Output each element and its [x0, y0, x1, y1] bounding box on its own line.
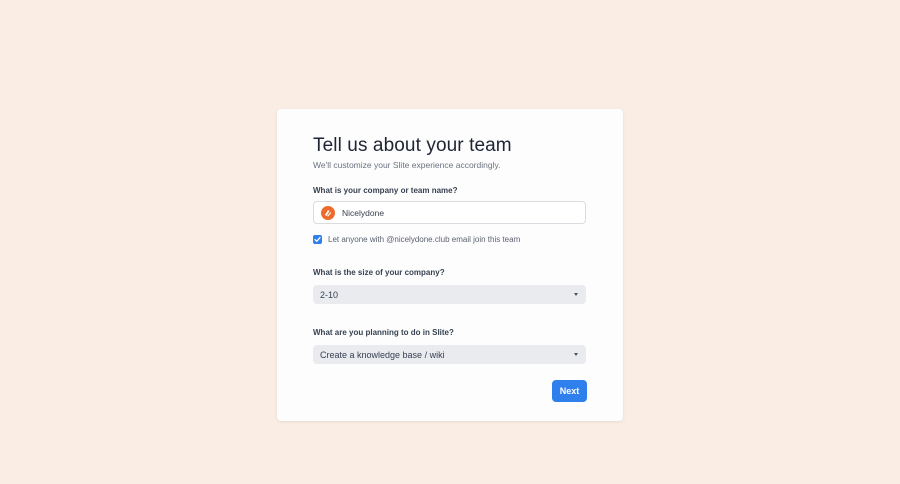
paint-swatch-icon[interactable]: [321, 206, 335, 220]
company-size-question: What is the size of your company?: [313, 268, 445, 277]
join-team-label[interactable]: Let anyone with @nicelydone.club email j…: [328, 235, 520, 244]
company-name-value: Nicelydone: [342, 208, 385, 218]
next-button[interactable]: Next: [552, 380, 587, 402]
caret-down-icon: [574, 293, 578, 296]
page-title: Tell us about your team: [313, 135, 512, 156]
plan-question: What are you planning to do in Slite?: [313, 328, 454, 337]
company-size-select[interactable]: 2-10: [313, 285, 586, 304]
plan-select[interactable]: Create a knowledge base / wiki: [313, 345, 586, 364]
page-subtitle: We'll customize your Slite experience ac…: [313, 160, 501, 170]
plan-value: Create a knowledge base / wiki: [320, 350, 445, 360]
join-team-checkbox[interactable]: [313, 235, 322, 244]
company-size-value: 2-10: [320, 290, 339, 300]
company-name-field[interactable]: Nicelydone: [313, 201, 586, 224]
caret-down-icon: [574, 353, 578, 356]
onboarding-card: Tell us about your team We'll customize …: [277, 109, 623, 421]
company-name-question: What is your company or team name?: [313, 186, 458, 195]
